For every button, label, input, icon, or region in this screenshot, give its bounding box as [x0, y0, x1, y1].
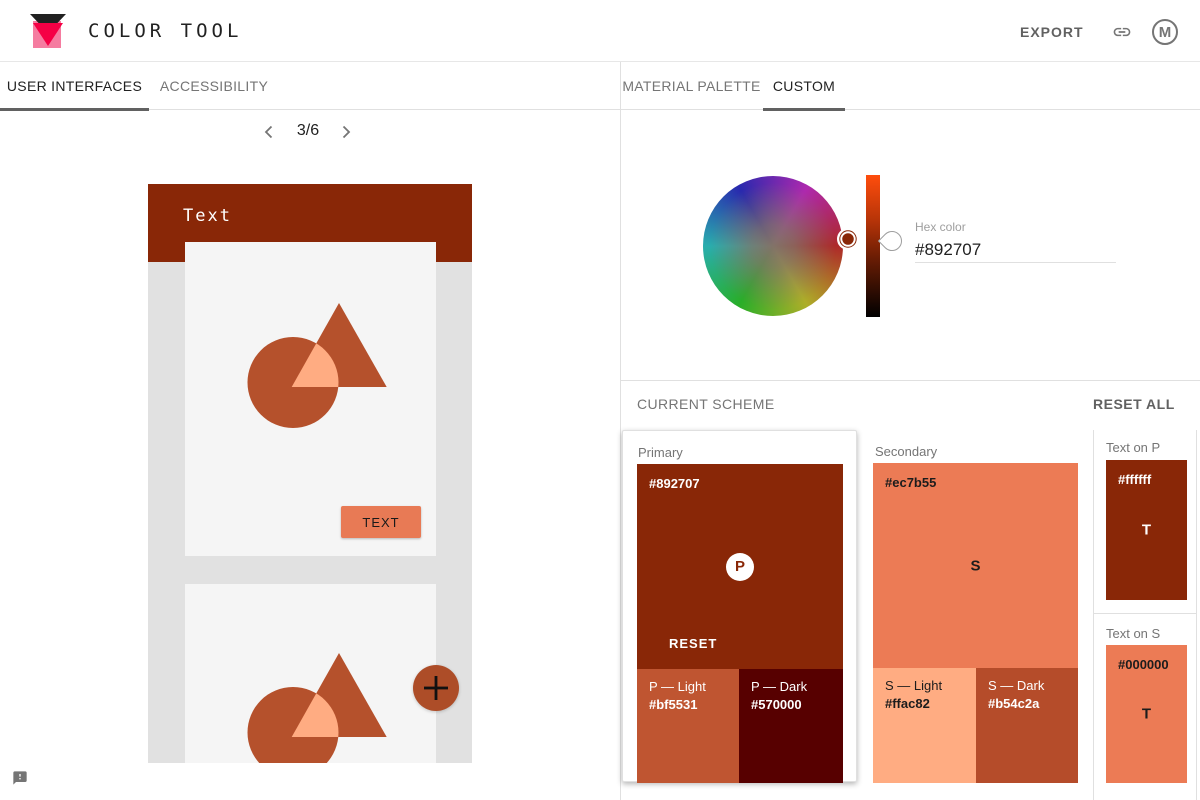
- preview-text-button: TEXT: [341, 506, 421, 538]
- primary-hex: #892707: [649, 476, 700, 491]
- secondary-hex: #ec7b55: [885, 475, 937, 490]
- preview-page-indicator: 3/6: [296, 122, 320, 139]
- feedback-icon[interactable]: [12, 770, 28, 786]
- chevron-left-icon[interactable]: [261, 124, 277, 140]
- color-wheel[interactable]: [703, 176, 843, 316]
- export-button[interactable]: EXPORT: [1012, 20, 1092, 44]
- secondary-scheme-group: Secondary #ec7b55 S S — Light #ffac82 S …: [873, 430, 1078, 783]
- plus-icon: [424, 676, 448, 700]
- text-section-divider: [1093, 613, 1196, 614]
- primary-chip: P: [726, 552, 754, 581]
- text-on-s-swatch[interactable]: #000000 T: [1106, 645, 1187, 783]
- primary-dark-swatch[interactable]: P — Dark #570000: [739, 669, 843, 783]
- secondary-dark-label: S — Dark: [988, 678, 1045, 693]
- secondary-light-label: S — Light: [885, 678, 943, 693]
- text-on-p-label: Text on P: [1106, 440, 1161, 455]
- text-on-s-hex: #000000: [1118, 657, 1169, 672]
- primary-dark-hex: #570000: [751, 697, 802, 712]
- page-title: COLOR TOOL: [88, 20, 243, 42]
- current-scheme-title: CURRENT SCHEME: [637, 396, 775, 412]
- primary-dark-label: P — Dark: [751, 679, 808, 694]
- secondary-swatch[interactable]: #ec7b55 S: [873, 463, 1078, 668]
- preview-fab: [413, 665, 459, 711]
- tab-user-interfaces[interactable]: USER INTERFACES: [0, 62, 149, 111]
- secondary-light-swatch[interactable]: S — Light #ffac82: [873, 668, 976, 783]
- preview-app-bar-title: Text: [183, 206, 232, 226]
- text-on-p-hex: #ffffff: [1118, 472, 1152, 487]
- app-bar: COLOR TOOL EXPORT M: [0, 0, 1200, 62]
- secondary-chip: S: [970, 557, 981, 574]
- reset-all-button[interactable]: RESET ALL: [1093, 396, 1175, 412]
- primary-scheme-card: Primary #892707 P RESET P — Light #bf553…: [622, 430, 857, 783]
- shade-slider[interactable]: [866, 175, 880, 317]
- text-on-p-chip: T: [1141, 521, 1152, 539]
- text-on-p-swatch[interactable]: #ffffff T: [1106, 460, 1187, 600]
- primary-reset-button[interactable]: RESET: [669, 636, 717, 651]
- primary-light-hex: #bf5531: [649, 697, 698, 712]
- section-divider: [620, 380, 1200, 381]
- secondary-label: Secondary: [875, 444, 938, 459]
- shapes-artwork: [247, 303, 387, 428]
- scheme-end-divider: [1196, 430, 1197, 800]
- primary-light-swatch[interactable]: P — Light #bf5531: [637, 669, 739, 783]
- right-tab-bar: MATERIAL PALETTE CUSTOM: [620, 62, 1200, 111]
- secondary-light-hex: #ffac82: [885, 696, 930, 711]
- ui-preview-mockup: Text TEXT: [148, 184, 472, 763]
- tab-accessibility[interactable]: ACCESSIBILITY: [149, 62, 279, 110]
- chevron-right-icon[interactable]: [338, 124, 354, 140]
- primary-light-label: P — Light: [649, 679, 706, 694]
- material-logo-icon[interactable]: M: [1152, 19, 1178, 45]
- preview-card-bottom: [185, 584, 436, 763]
- left-tab-bar: USER INTERFACES ACCESSIBILITY: [0, 62, 620, 111]
- link-icon[interactable]: [1108, 22, 1136, 42]
- color-tool-logo-icon: [30, 14, 66, 48]
- text-on-s-chip: T: [1141, 705, 1152, 723]
- hex-color-label: Hex color: [915, 220, 966, 234]
- tab-material-palette[interactable]: MATERIAL PALETTE: [620, 62, 763, 110]
- text-on-s-label: Text on S: [1106, 626, 1161, 641]
- tab-custom[interactable]: CUSTOM: [763, 62, 845, 111]
- slider-handle-icon[interactable]: [877, 226, 907, 256]
- hex-color-input[interactable]: [915, 237, 1116, 263]
- primary-swatch[interactable]: #892707 P RESET: [637, 464, 843, 669]
- scheme-divider: [1093, 430, 1094, 800]
- shapes-artwork: [247, 653, 387, 763]
- primary-label: Primary: [638, 445, 683, 460]
- secondary-dark-hex: #b54c2a: [988, 696, 1040, 711]
- secondary-dark-swatch[interactable]: S — Dark #b54c2a: [976, 668, 1078, 783]
- color-pin-icon[interactable]: [836, 227, 860, 261]
- color-tool-app: COLOR TOOL EXPORT M USER INTERFACES ACCE…: [0, 0, 1200, 800]
- preview-card-top: TEXT: [185, 242, 436, 556]
- panel-divider: [620, 62, 621, 800]
